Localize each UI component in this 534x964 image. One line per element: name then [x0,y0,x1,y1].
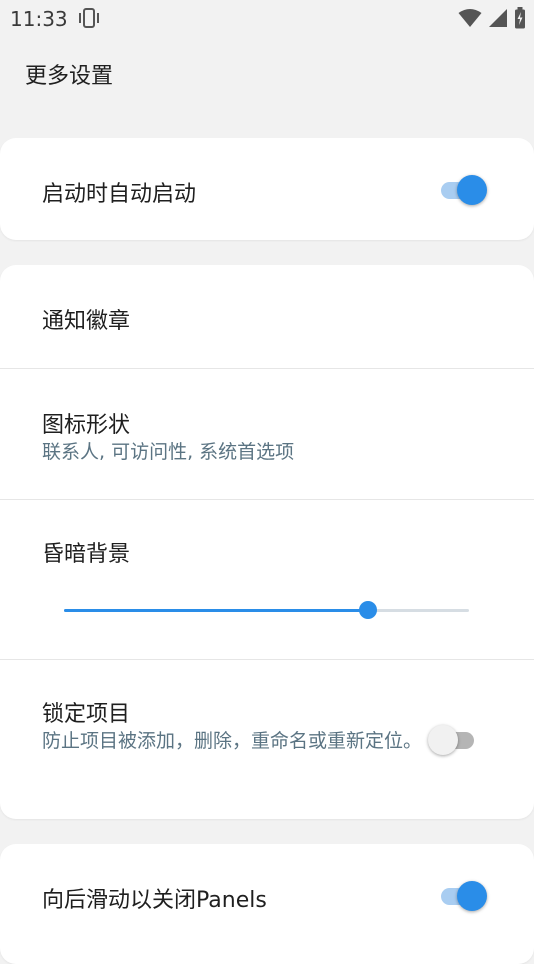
slider-thumb[interactable] [359,601,377,619]
status-time: 11:33 [10,7,68,31]
status-bar: 11:33 [0,0,534,36]
notification-badge-row[interactable]: 通知徽章 [0,265,534,368]
settings-card-gestures: 向后滑动以关闭Panels [0,844,534,964]
cell-signal-icon [489,9,507,27]
icon-shape-summary: 联系人, 可访问性, 系统首选项 [42,441,295,463]
auto-start-row[interactable]: 启动时自动启动 [0,138,534,240]
auto-start-switch[interactable] [437,173,487,207]
icon-shape-row[interactable]: 图标形状 联系人, 可访问性, 系统首选项 [0,369,534,499]
dim-background-slider[interactable] [64,598,469,622]
status-icons [458,6,526,30]
switch-thumb [457,881,487,911]
lock-items-title: 锁定项目 [42,702,131,727]
swipe-close-panels-row[interactable]: 向后滑动以关闭Panels [0,844,534,948]
slider-fill [64,609,368,612]
swipe-close-panels-switch[interactable] [437,879,487,913]
notification-badge-title: 通知徽章 [42,309,131,334]
vibrate-icon [79,8,99,28]
auto-start-title: 启动时自动启动 [42,182,197,207]
lock-items-switch[interactable] [428,723,478,757]
settings-card-display: 通知徽章 图标形状 联系人, 可访问性, 系统首选项 昏暗背景 锁定项目 防止项… [0,265,534,819]
swipe-close-panels-title: 向后滑动以关闭Panels [42,888,267,913]
switch-thumb [457,175,487,205]
lock-items-summary: 防止项目被添加，删除，重命名或重新定位。 [42,730,423,752]
wifi-icon [458,9,482,27]
lock-items-row[interactable]: 锁定项目 防止项目被添加，删除，重命名或重新定位。 [0,660,534,819]
icon-shape-title: 图标形状 [42,413,131,438]
switch-thumb [428,725,458,755]
battery-charging-icon [515,7,525,29]
settings-card-general: 启动时自动启动 [0,138,534,240]
page-title: 更多设置 [25,64,114,89]
dim-background-row: 昏暗背景 [0,500,534,659]
dim-background-title: 昏暗背景 [42,542,131,567]
